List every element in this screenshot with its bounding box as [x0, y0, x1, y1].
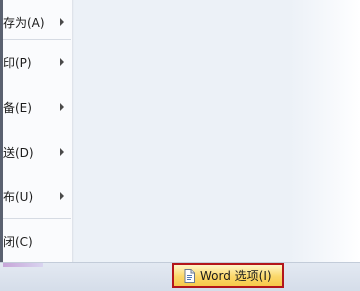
menu-item-send[interactable]: 送(D): [3, 130, 72, 174]
menu-item-label: 送(D): [3, 145, 34, 160]
menu-item-label: 闭(C): [3, 234, 33, 249]
menu-item-label: 备(E): [3, 100, 32, 115]
word-options-label: Word 选项(I): [200, 269, 272, 283]
word-options-button[interactable]: Word 选项(I): [172, 263, 284, 288]
menu-item-label: 印(P): [3, 55, 32, 70]
chevron-right-icon: [60, 192, 64, 200]
panel-edge-fade: [290, 0, 360, 262]
recent-documents-panel: [73, 0, 291, 262]
menu-item-prepare[interactable]: 备(E): [3, 85, 72, 129]
menu-item-publish[interactable]: 布(U): [3, 174, 72, 218]
menu-item-save-as[interactable]: 存为(A): [3, 0, 72, 44]
chevron-right-icon: [60, 58, 64, 66]
chevron-right-icon: [60, 103, 64, 111]
menu-item-label: 存为(A): [3, 15, 45, 30]
menu-item-label: 布(U): [3, 189, 34, 204]
document-options-icon: [184, 268, 195, 283]
chevron-right-icon: [60, 18, 64, 26]
footer-accent: [3, 263, 43, 267]
menu-item-print[interactable]: 印(P): [3, 40, 72, 84]
menu-item-close[interactable]: 闭(C): [3, 219, 72, 263]
chevron-right-icon: [60, 148, 64, 156]
